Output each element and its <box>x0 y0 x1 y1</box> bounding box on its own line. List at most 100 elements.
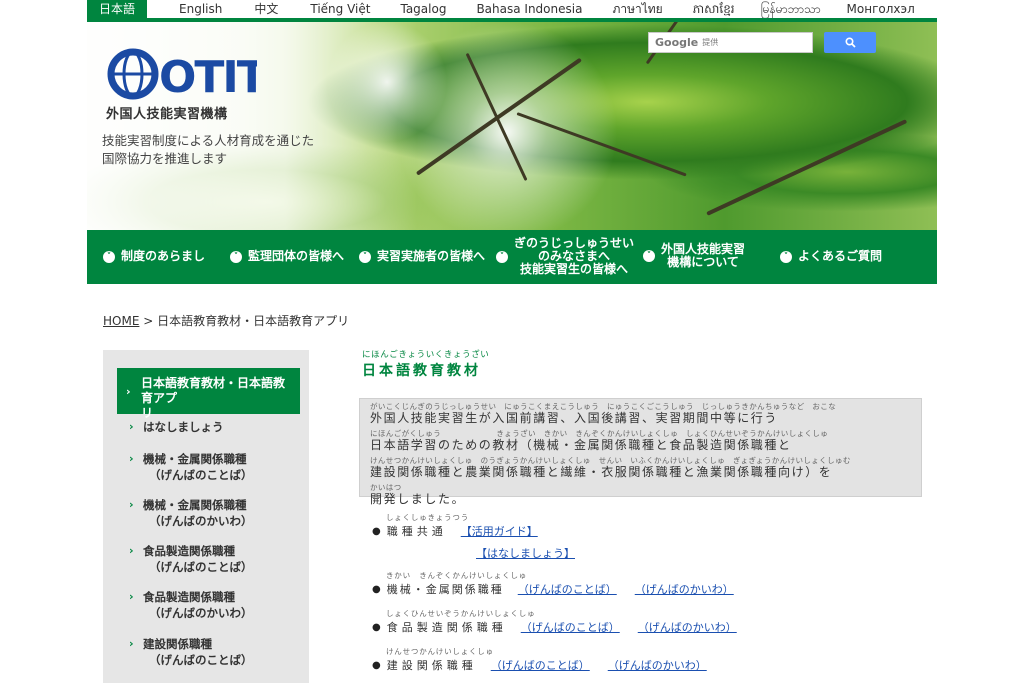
row-line: ● 機械・金属関係職種 （げんばのことば） （げんばのかいわ） <box>372 581 734 597</box>
breadcrumb-separator: > <box>143 314 154 328</box>
chevron-circle-icon: ˅ <box>230 250 242 263</box>
intro-ruby: けんせつかんけいしょくしゅ のうぎょうかんけいしょくしゅ せんい いふくかんけい… <box>370 456 851 465</box>
tagline-line-1: 技能実習制度による人材育成を通じた <box>102 133 315 148</box>
intro-text: 開発しました。 <box>370 492 466 506</box>
nav-label: よくあるご質問 <box>798 249 883 263</box>
nav-about-otit[interactable]: ˅ 外国人技能実習 機構について <box>643 243 745 269</box>
lang-khmer[interactable]: ភាសាខ្មែរ <box>693 0 735 18</box>
lang-thai[interactable]: ภาษาไทย <box>612 0 662 18</box>
breadcrumb: HOME > 日本語教育教材・日本語教育アプリ <box>103 312 349 329</box>
google-label: Google <box>655 36 699 49</box>
bullet-icon: ● <box>372 525 381 537</box>
nav-system-overview[interactable]: ˅ 制度のあらまし <box>103 250 205 263</box>
sidebar-item-label: 食品製造関係職種 <box>143 590 235 604</box>
sidebar-item-food-kotoba[interactable]: › 食品製造関係職種 （げんばのことば） <box>129 543 253 575</box>
banner-branch <box>415 57 582 176</box>
sidebar-item-active[interactable]: › 日本語教育教材・日本語教育アプ リ <box>117 368 300 420</box>
org-name: 外国人技能実習機構 <box>106 107 228 122</box>
sidebar-item-sublabel: （げんばのことば） <box>149 560 253 574</box>
sidebar-item-machine-kotoba[interactable]: › 機械・金属関係職種 （げんばのことば） <box>129 451 253 483</box>
intro-box: がいこくじんぎのうじっしゅうせい にゅうこくまえこうしゅう にゅうこくごこうしゅ… <box>359 398 922 506</box>
otit-logo[interactable]: OTIT <box>107 46 257 102</box>
chevron-right-icon: › <box>129 590 134 603</box>
intro-line: にほんごがくしゅう きょうざい きかい きんぞくかんけいしょくしゅ しょくひんせ… <box>370 429 911 452</box>
nav-label: 外国人技能実習 機構について <box>661 243 745 269</box>
row-ruby: しょくしゅきょうつう <box>386 513 469 522</box>
breadcrumb-home-link[interactable]: HOME <box>103 314 139 328</box>
page-title: にほんごきょういくきょうざい 日本語教育教材 <box>362 348 489 380</box>
chevron-right-icon: › <box>129 544 134 557</box>
genba-kaiwa-link[interactable]: （げんばのかいわ） <box>608 657 707 673</box>
search-button[interactable] <box>824 32 876 53</box>
page-title-text: 日本語教育教材 <box>362 363 481 379</box>
row-ruby: しょくひんせいぞうかんけいしょくしゅ <box>386 609 536 618</box>
intro-line: がいこくじんぎのうじっしゅうせい にゅうこくまえこうしゅう にゅうこくごこうしゅ… <box>370 402 911 425</box>
search-input[interactable]: Google 提供 <box>648 32 813 53</box>
row-line: ● 食品製造関係職種 （げんばのことば） （げんばのかいわ） <box>372 619 737 635</box>
intro-ruby: がいこくじんぎのうじっしゅうせい にゅうこくまえこうしゅう にゅうこくごこうしゅ… <box>370 402 837 411</box>
intro-line: かいはつ 開発しました。 <box>370 483 911 506</box>
intro-text: 日本語学習のための教材（機械・金属関係職種と食品製造関係職種と <box>370 438 792 452</box>
language-bar: 日本語 English 中文 Tiếng Việt Tagalog Bahasa… <box>87 0 937 22</box>
chevron-right-icon: › <box>126 385 131 398</box>
genba-kotoba-link[interactable]: （げんばのことば） <box>491 657 590 673</box>
nav-trainees[interactable]: ˅ ぎのうじっしゅうせい のみなさまへ 技能実習生の皆様へ <box>496 237 634 276</box>
sidebar-item-label: 機械・金属関係職種 <box>143 452 247 466</box>
guide-link[interactable]: 【活用ガイド】 <box>461 523 538 539</box>
lang-english[interactable]: English <box>179 0 222 18</box>
nav-trainees-line-3: 技能実習生の皆様へ <box>520 262 629 276</box>
svg-text:OTIT: OTIT <box>159 52 257 102</box>
nav-label: ぎのうじっしゅうせい のみなさまへ 技能実習生の皆様へ <box>514 237 634 276</box>
chevron-right-icon: › <box>129 498 134 511</box>
chevron-right-icon: › <box>129 420 134 433</box>
nav-supervising-orgs[interactable]: ˅ 監理団体の皆様へ <box>230 250 344 263</box>
lang-indonesian[interactable]: Bahasa Indonesia <box>476 0 582 18</box>
main-nav: ˅ 制度のあらまし ˅ 監理団体の皆様へ ˅ 実習実施者の皆様へ ˅ ぎのうじっ… <box>87 230 937 284</box>
banner-branch <box>516 112 687 177</box>
genba-kotoba-link[interactable]: （げんばのことば） <box>521 619 620 635</box>
sidebar-item-construction-kotoba[interactable]: › 建設関係職種 （げんばのことば） <box>129 636 253 668</box>
search-provided-label: 提供 <box>702 38 719 47</box>
sidebar-item-machine-kaiwa[interactable]: › 機械・金属関係職種 （げんばのかいわ） <box>129 497 253 529</box>
row-links: （げんばのことば） （げんばのかいわ） <box>521 619 737 635</box>
chevron-circle-icon: ˅ <box>780 250 792 263</box>
nav-label: 監理団体の皆様へ <box>248 249 345 263</box>
chevron-circle-icon: ˅ <box>496 250 508 263</box>
intro-ruby: かいはつ <box>370 483 402 492</box>
row-name: 職種共通 <box>386 525 447 538</box>
chevron-circle-icon: ˅ <box>103 250 115 263</box>
row-ruby: きかい きんぞくかんけいしょくしゅ <box>386 571 528 580</box>
lang-mongolian[interactable]: Монголхэл <box>847 0 915 18</box>
row-links: （げんばのことば） （げんばのかいわ） <box>491 657 707 673</box>
lang-chinese[interactable]: 中文 <box>254 0 278 18</box>
sidebar-item-hanashimashou[interactable]: › はなしましょう <box>129 419 224 435</box>
genba-kaiwa-link[interactable]: （げんばのかいわ） <box>635 581 734 597</box>
nav-implementing-orgs[interactable]: ˅ 実習実施者の皆様へ <box>359 250 485 263</box>
sidebar-item-food-kaiwa[interactable]: › 食品製造関係職種 （げんばのかいわ） <box>129 589 253 621</box>
hanashimashou-link[interactable]: 【はなしましょう】 <box>476 547 575 560</box>
genba-kotoba-link[interactable]: （げんばのことば） <box>518 581 617 597</box>
genba-kaiwa-link[interactable]: （げんばのかいわ） <box>638 619 737 635</box>
tagline: 技能実習制度による人材育成を通じた 国際協力を推進します <box>102 132 314 168</box>
lang-vietnamese[interactable]: Tiếng Việt <box>310 0 370 18</box>
sidebar-item-label: はなしましょう <box>143 420 224 434</box>
header-banner: OTIT 外国人技能実習機構 技能実習制度による人材育成を通じた 国際協力を推進… <box>87 22 937 230</box>
row-name: 食品製造関係職種 <box>386 621 507 634</box>
nav-faq[interactable]: ˅ よくあるご質問 <box>780 250 882 263</box>
list-item-machine: きかい きんぞくかんけいしょくしゅ ● 機械・金属関係職種 （げんばのことば） … <box>372 570 734 597</box>
sidebar-item-sublabel: （げんばのことば） <box>149 653 253 667</box>
row-name: 建設関係職種 <box>386 659 477 672</box>
sidebar-item-label: 建設関係職種 <box>143 637 212 651</box>
nav-label: 実習実施者の皆様へ <box>377 249 486 263</box>
bullet-icon: ● <box>372 621 381 633</box>
sidebar-item-label: 機械・金属関係職種 <box>143 498 247 512</box>
lang-tagalog[interactable]: Tagalog <box>400 0 446 18</box>
row-sublinks: 【はなしましょう】 <box>372 545 575 561</box>
banner-branch <box>706 119 908 216</box>
list-item-food: しょくひんせいぞうかんけいしょくしゅ ● 食品製造関係職種 （げんばのことば） … <box>372 608 737 635</box>
intro-text: 外国人技能実習生が入国前講習、入国後講習、実習期間中等に行う <box>370 411 779 425</box>
lang-burmese[interactable]: မြန်မာဘာသာ <box>761 0 821 18</box>
lang-japanese[interactable]: 日本語 <box>87 0 148 18</box>
list-item-common: しょくしゅきょうつう ● 職種共通 【活用ガイド】 【はなしましょう】 <box>372 512 575 561</box>
tagline-line-2: 国際協力を推進します <box>102 151 228 166</box>
